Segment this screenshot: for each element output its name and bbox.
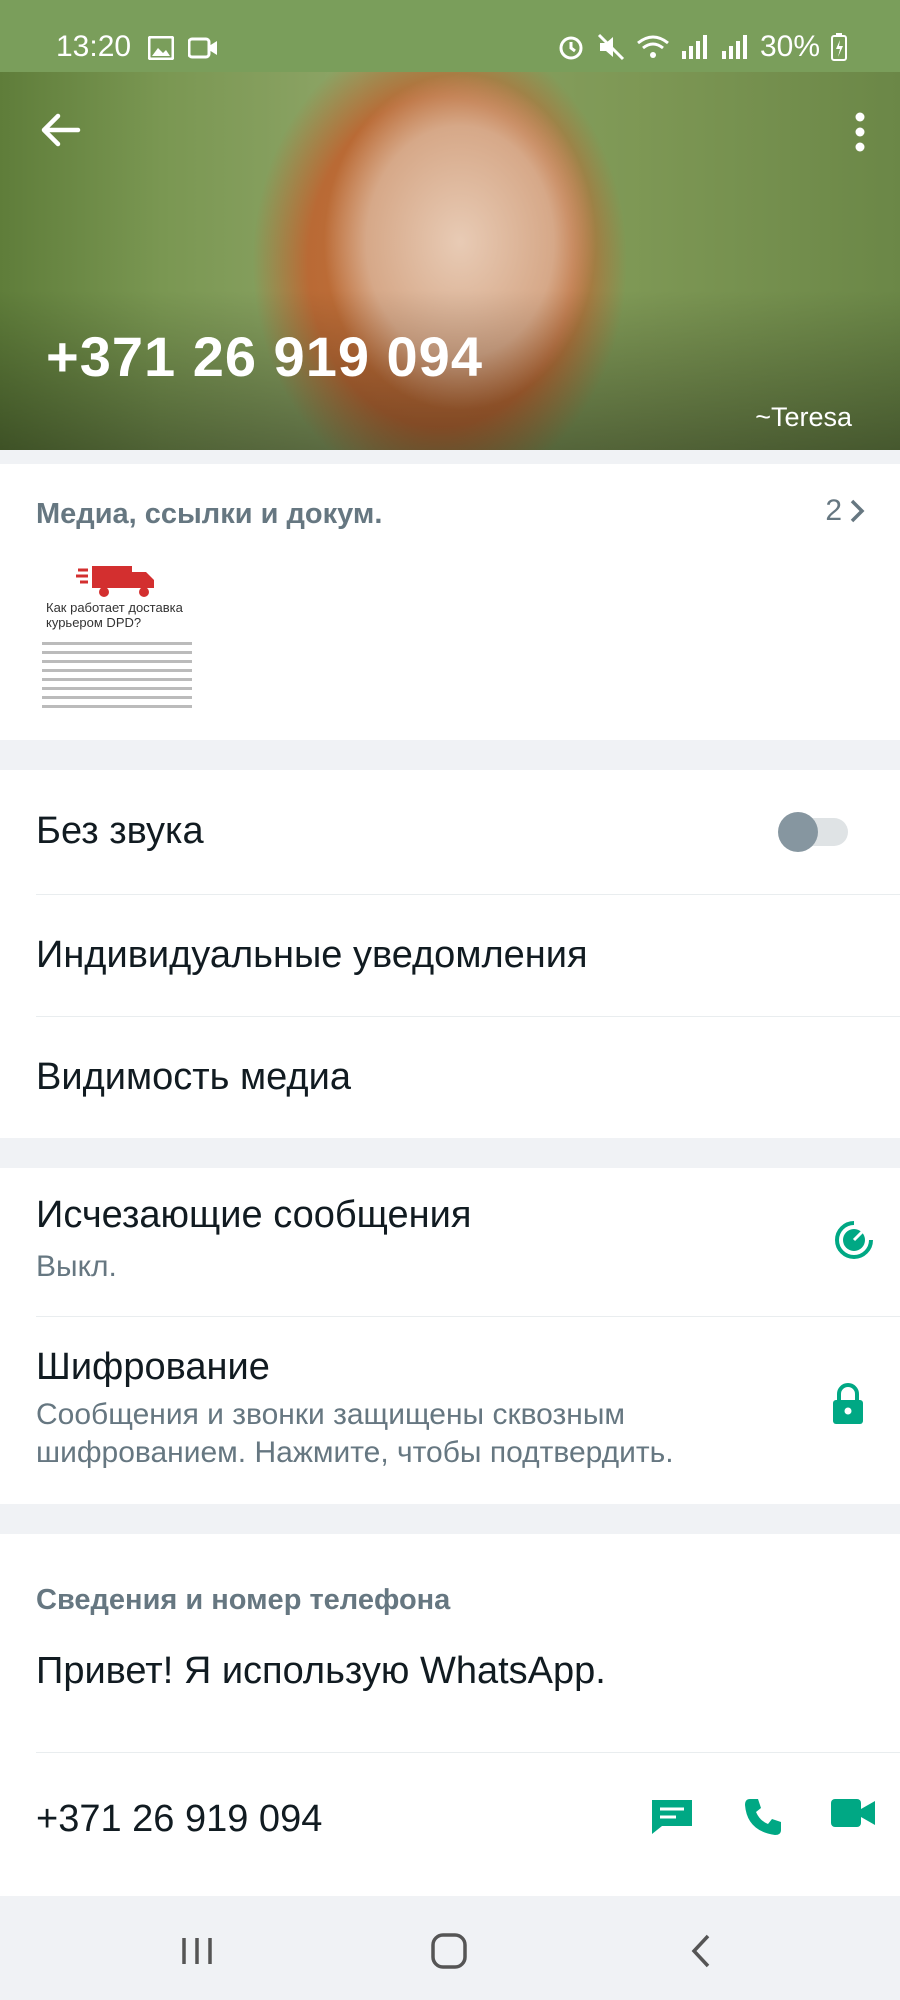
more-vert-icon[interactable]: [854, 112, 866, 152]
lock-icon: [833, 1383, 863, 1424]
notification-settings: Без звука Индивидуальные уведомления Вид…: [0, 770, 900, 1138]
mute-label: Без звука: [36, 810, 204, 852]
media-count: 2: [825, 494, 842, 527]
media-visibility-row[interactable]: Видимость медиа: [0, 1016, 900, 1138]
phone-row[interactable]: +371 26 919 094: [0, 1752, 900, 1896]
battery-charging-icon: [831, 33, 847, 61]
disappearing-value: Выкл.: [36, 1250, 117, 1283]
mute-toggle[interactable]: [778, 812, 848, 852]
timer-icon: [835, 1221, 873, 1259]
status-time: 13:20: [56, 30, 132, 63]
video-icon[interactable]: [830, 1796, 876, 1830]
status-bar: 13:20 30%: [0, 0, 900, 72]
signal-icon-2: [721, 35, 747, 59]
thumbnail-title: Как работает доставка курьером DPD?: [46, 600, 183, 630]
recent-apps-icon[interactable]: [180, 1934, 214, 1968]
push-name: ~Teresa: [755, 402, 852, 432]
encryption-row[interactable]: Шифрование Сообщения и звонки защищены с…: [0, 1316, 900, 1504]
custom-notifications-label: Индивидуальные уведомления: [36, 934, 588, 976]
home-icon[interactable]: [430, 1932, 468, 1970]
custom-notifications-row[interactable]: Индивидуальные уведомления: [0, 894, 900, 1016]
message-icon[interactable]: [648, 1796, 696, 1836]
encryption-label: Шифрование: [36, 1346, 270, 1388]
media-section: Медиа, ссылки и докум. 2 Как работает до…: [0, 464, 900, 740]
gallery-icon: [148, 36, 174, 60]
disappearing-messages-row[interactable]: Исчезающие сообщения Выкл.: [0, 1168, 900, 1316]
delivery-truck-icon: [76, 566, 154, 597]
encryption-description: Сообщения и звонки защищены сквозным шиф…: [36, 1398, 674, 1469]
about-status[interactable]: Привет! Я использую WhatsApp.: [36, 1650, 606, 1693]
nav-back-icon[interactable]: [688, 1932, 714, 1970]
contact-photo-header: +371 26 919 094 ~Teresa: [0, 72, 900, 450]
video-recording-icon: [188, 37, 217, 59]
wifi-icon: [637, 35, 669, 58]
phone-icon[interactable]: [742, 1796, 784, 1838]
back-arrow-icon[interactable]: [38, 108, 82, 152]
mute-row[interactable]: Без звука: [0, 770, 900, 894]
mute-icon: [597, 33, 625, 61]
media-count-link[interactable]: 2: [825, 494, 866, 528]
alarm-icon: [559, 36, 583, 60]
chevron-right-icon: [850, 499, 865, 523]
media-visibility-label: Видимость медиа: [36, 1056, 351, 1098]
about-header: Сведения и номер телефона: [36, 1584, 451, 1616]
mute-toggle-knob: [778, 812, 818, 852]
signal-icon: [681, 35, 707, 59]
battery-level: 30%: [759, 30, 820, 63]
about-section: Сведения и номер телефона Привет! Я испо…: [0, 1534, 900, 1896]
system-navigation-bar: [0, 1896, 900, 2000]
media-header[interactable]: Медиа, ссылки и докум.: [36, 498, 382, 531]
privacy-settings: Исчезающие сообщения Выкл. Шифрование Со…: [0, 1168, 900, 1504]
phone-number: +371 26 919 094: [36, 1798, 323, 1840]
media-thumbnail[interactable]: Как работает доставка курьером DPD?: [36, 560, 196, 720]
contact-title: +371 26 919 094: [46, 325, 483, 388]
disappearing-label: Исчезающие сообщения: [36, 1194, 472, 1236]
